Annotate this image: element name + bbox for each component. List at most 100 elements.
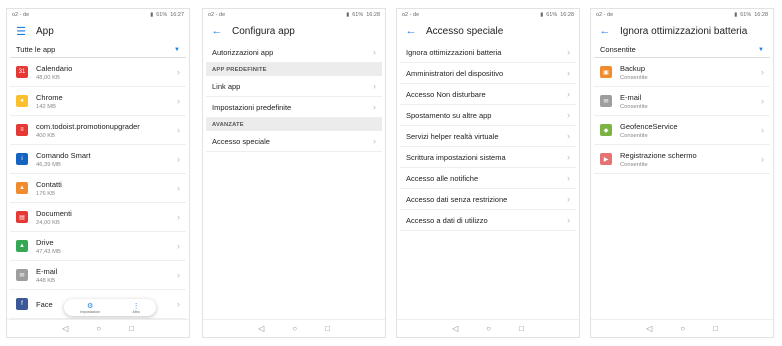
app-bar: ← Configura app [203, 20, 385, 42]
app-icon: ▤ [16, 211, 28, 223]
special-access-item[interactable]: Amministratori del dispositivo › [400, 63, 576, 84]
recents-icon[interactable]: □ [519, 324, 524, 333]
app-icon: ◆ [600, 124, 612, 136]
app-name: Drive [36, 237, 54, 247]
home-icon[interactable]: ○ [96, 324, 101, 333]
app-list-item[interactable]: ▣ Backup Consentite › [594, 58, 770, 87]
special-access-item[interactable]: Scrittura impostazioni sistema › [400, 147, 576, 168]
settings-item-label: Impostazioni predefinite [212, 102, 292, 112]
recents-icon[interactable]: □ [325, 324, 330, 333]
app-name: com.todoist.promotionupgrader [36, 121, 140, 131]
home-icon[interactable]: ○ [486, 324, 491, 333]
settings-item[interactable]: Autorizzazioni app › [206, 42, 382, 63]
app-list-item[interactable]: 31 Calendario 48,00 KB › [10, 58, 186, 87]
chevron-right-icon: › [567, 89, 570, 99]
special-access-item[interactable]: Spostamento su altre app › [400, 105, 576, 126]
app-list-item[interactable]: ● Chrome 142 MB › [10, 87, 186, 116]
chevron-right-icon: › [177, 212, 180, 222]
home-icon[interactable]: ○ [292, 324, 297, 333]
gear-icon: ⚙ [86, 302, 94, 310]
filter-value: Tutte le app [16, 45, 56, 54]
back-icon[interactable]: ◁ [646, 324, 652, 333]
app-name: Contatti [36, 179, 62, 189]
back-icon[interactable]: ◁ [258, 324, 264, 333]
back-arrow-icon[interactable]: ← [405, 25, 417, 37]
filter-value: Consentite [600, 45, 636, 54]
app-subtitle: 24,00 KB [36, 219, 60, 226]
app-list-item[interactable]: ✉ E-mail 448 KB › [10, 261, 186, 290]
section-header: AVANZATE [206, 118, 382, 131]
battery-label: 61% [546, 11, 558, 18]
app-subtitle: Consentite [620, 103, 648, 110]
special-access-label: Servizi helper realtà virtuale [406, 131, 499, 141]
recents-icon[interactable]: □ [129, 324, 134, 333]
phone-app-list: o2 - de ▮ 61% 16:27 ☰ App Tutte le app ▼ 3… [6, 8, 190, 338]
phone-battery-optimization: o2 - de ▮ 61% 16:28 ← Ignora ottimizzazion… [590, 8, 774, 338]
settings-item[interactable]: Link app › [206, 76, 382, 97]
back-arrow-icon[interactable]: ← [211, 25, 223, 37]
special-access-label: Ignora ottimizzazioni batteria [406, 47, 502, 57]
permission-filter-dropdown[interactable]: Consentite ▼ [594, 42, 770, 58]
chevron-right-icon: › [177, 154, 180, 164]
time-label: 16:28 [366, 11, 380, 18]
app-subtitle: 142 MB [36, 103, 56, 110]
special-access-item[interactable]: Accesso a dati di utilizzo › [400, 210, 576, 231]
signal-icon: ▮ [346, 11, 350, 18]
app-list-item[interactable]: ≡ com.todoist.promotionupgrader 400 KB › [10, 116, 186, 145]
chevron-right-icon: › [567, 152, 570, 162]
app-filter-dropdown[interactable]: Tutte le app ▼ [10, 42, 186, 58]
back-icon[interactable]: ◁ [62, 324, 68, 333]
recents-icon[interactable]: □ [713, 324, 718, 333]
back-icon[interactable]: ◁ [452, 324, 458, 333]
settings-item[interactable]: Impostazioni predefinite › [206, 97, 382, 118]
app-subtitle: 400 KB [36, 132, 56, 139]
status-bar: o2 - de ▮ 61% 16:28 [591, 9, 773, 20]
app-bar: ☰ App [7, 20, 189, 42]
signal-icon: ▮ [734, 11, 738, 18]
special-access-item[interactable]: Ignora ottimizzazioni batteria › [400, 42, 576, 63]
chevron-right-icon: › [373, 47, 376, 57]
chevron-right-icon: › [761, 67, 764, 77]
special-access-label: Scrittura impostazioni sistema [406, 152, 506, 162]
app-icon: 31 [16, 66, 28, 78]
app-icon: ● [16, 95, 28, 107]
settings-item[interactable]: Accesso speciale › [206, 131, 382, 152]
app-list-item[interactable]: ▤ Documenti 24,00 KB › [10, 203, 186, 232]
app-list-item[interactable]: ◆ GeofenceService Consentite › [594, 116, 770, 145]
app-list-item[interactable]: ✉ E-mail Consentite › [594, 87, 770, 116]
signal-icon: ▮ [150, 11, 154, 18]
app-list-item[interactable]: i Comando Smart 46,39 MB › [10, 145, 186, 174]
home-icon[interactable]: ○ [680, 324, 685, 333]
special-access-item[interactable]: Accesso alle notifiche › [400, 168, 576, 189]
app-bar: ← Accesso speciale [397, 20, 579, 42]
app-subtitle: Consentite [620, 74, 648, 81]
chevron-right-icon: › [177, 67, 180, 77]
app-name: GeofenceService [620, 121, 678, 131]
more-button[interactable]: ⋮ Altro [133, 302, 140, 314]
chevron-right-icon: › [761, 154, 764, 164]
settings-button[interactable]: ⚙ Impostazioni [80, 302, 100, 314]
chevron-right-icon: › [761, 96, 764, 106]
settings-list: Autorizzazioni app › APP PREDEFINITE Link a… [203, 42, 385, 152]
app-list-item[interactable]: ▲ Contatti 176 KB › [10, 174, 186, 203]
chevron-right-icon: › [177, 183, 180, 193]
app-list-item[interactable]: ▲ Drive 47,43 MB › [10, 232, 186, 261]
system-nav-bar: ◁ ○ □ [7, 319, 189, 337]
app-list-item[interactable]: ▶ Registrazione schermo Consentite › [594, 145, 770, 174]
system-nav-bar: ◁ ○ □ [397, 319, 579, 337]
special-access-item[interactable]: Accesso dati senza restrizione › [400, 189, 576, 210]
chevron-right-icon: › [567, 68, 570, 78]
settings-item-label: Autorizzazioni app [212, 47, 274, 57]
chevron-right-icon: › [177, 270, 180, 280]
chevron-right-icon: › [567, 110, 570, 120]
app-subtitle: 46,39 MB [36, 161, 61, 168]
app-name: Calendario [36, 63, 73, 73]
time-label: 16:28 [560, 11, 574, 18]
menu-icon[interactable]: ☰ [15, 25, 27, 38]
carrier-label: o2 - de [596, 11, 614, 18]
phone-configure-app: o2 - de ▮ 61% 16:28 ← Configura app Autori… [202, 8, 386, 338]
special-access-item[interactable]: Servizi helper realtà virtuale › [400, 126, 576, 147]
special-access-item[interactable]: Accesso Non disturbare › [400, 84, 576, 105]
back-arrow-icon[interactable]: ← [599, 25, 611, 37]
app-subtitle: 448 KB [36, 277, 56, 284]
